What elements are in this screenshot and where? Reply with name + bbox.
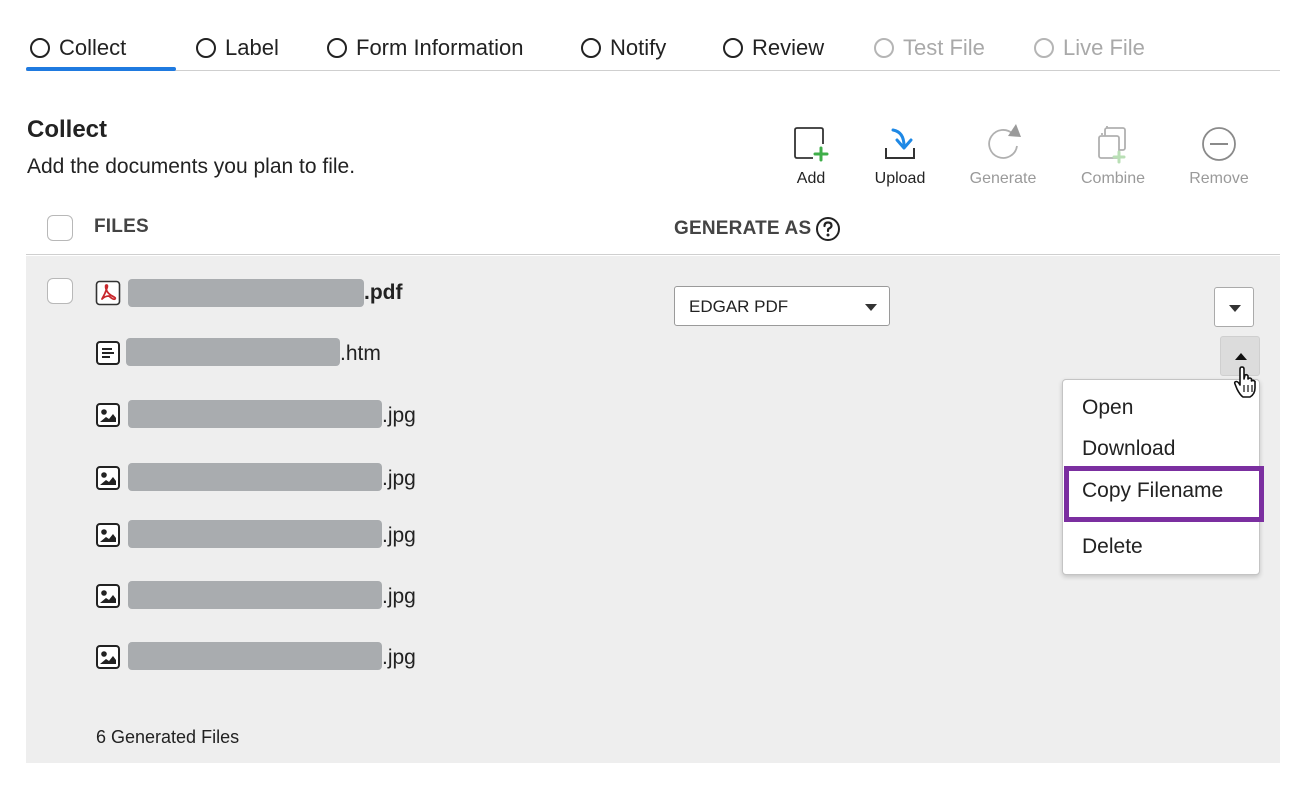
image-file-icon bbox=[96, 645, 120, 669]
file-extension: .pdf bbox=[364, 281, 403, 304]
generate-as-select[interactable]: EDGAR PDF bbox=[674, 286, 890, 326]
add-document-icon bbox=[794, 127, 829, 162]
combine-button[interactable]: Combine bbox=[1068, 124, 1158, 188]
redacted-filename bbox=[128, 400, 382, 428]
row-menu-button[interactable] bbox=[1214, 287, 1254, 327]
row-checkbox[interactable] bbox=[47, 278, 73, 304]
step-label: Notify bbox=[610, 35, 667, 60]
pdf-icon bbox=[95, 280, 121, 306]
table-row[interactable]: .pdf EDGAR PDF bbox=[26, 271, 1280, 327]
redacted-filename bbox=[128, 581, 382, 609]
step-label: Review bbox=[752, 35, 825, 60]
file-extension: .jpg bbox=[382, 404, 416, 427]
hand-cursor-icon bbox=[1233, 366, 1256, 398]
file-extension: .jpg bbox=[382, 524, 416, 547]
file-extension: .jpg bbox=[382, 646, 416, 669]
upload-icon bbox=[885, 128, 915, 159]
step-label: Form Information bbox=[356, 35, 524, 60]
table-header: FILES GENERATE AS bbox=[26, 200, 1280, 255]
wizard-steps: Collect Label Form Information Notify Re… bbox=[26, 22, 1280, 71]
remove-button[interactable]: Remove bbox=[1174, 124, 1264, 188]
step-label: Label bbox=[225, 35, 279, 60]
generate-button[interactable]: Generate bbox=[958, 124, 1048, 188]
page-subtitle: Add the documents you plan to file. bbox=[27, 155, 356, 178]
menu-item-open[interactable]: Open bbox=[1082, 396, 1133, 420]
generate-as-value: EDGAR PDF bbox=[689, 297, 789, 316]
step-review[interactable]: Review bbox=[723, 34, 824, 62]
radio-icon bbox=[874, 38, 894, 58]
combine-icon bbox=[1098, 126, 1126, 164]
table-row[interactable]: .jpg bbox=[26, 574, 1280, 618]
upload-label: Upload bbox=[874, 170, 926, 187]
radio-icon bbox=[327, 38, 347, 58]
step-live-file: Live File bbox=[1034, 34, 1145, 62]
step-collect[interactable]: Collect bbox=[30, 34, 126, 62]
menu-item-download[interactable]: Download bbox=[1082, 437, 1175, 461]
image-file-icon bbox=[96, 584, 120, 608]
minus-circle-icon bbox=[1202, 127, 1236, 161]
step-test-file: Test File bbox=[874, 34, 985, 62]
radio-icon bbox=[581, 38, 601, 58]
file-extension: .jpg bbox=[382, 585, 416, 608]
image-file-icon bbox=[96, 403, 120, 427]
redacted-filename bbox=[126, 338, 340, 366]
files-column-header[interactable]: FILES bbox=[94, 216, 149, 238]
add-label: Add bbox=[796, 170, 826, 187]
redacted-filename bbox=[128, 642, 382, 670]
menu-item-delete[interactable]: Delete bbox=[1082, 535, 1143, 559]
step-notify[interactable]: Notify bbox=[581, 34, 666, 62]
radio-icon bbox=[1034, 38, 1054, 58]
redacted-filename bbox=[128, 463, 382, 491]
step-label: Live File bbox=[1063, 35, 1145, 60]
redacted-filename bbox=[128, 520, 382, 548]
refresh-icon bbox=[988, 124, 1021, 159]
table-row[interactable]: .jpg bbox=[26, 635, 1280, 679]
step-form-information[interactable]: Form Information bbox=[327, 34, 524, 62]
add-button[interactable]: Add bbox=[766, 124, 856, 188]
generated-files-count: 6 Generated Files bbox=[96, 727, 240, 747]
caret-down-icon bbox=[1229, 305, 1241, 312]
combine-label: Combine bbox=[1080, 170, 1146, 187]
caret-up-icon bbox=[1235, 353, 1247, 360]
menu-item-copy-filename[interactable]: Copy Filename bbox=[1082, 479, 1223, 503]
file-extension: .jpg bbox=[382, 467, 416, 490]
step-label: Collect bbox=[59, 35, 127, 60]
radio-icon bbox=[196, 38, 216, 58]
text-file-icon bbox=[96, 341, 120, 365]
image-file-icon bbox=[96, 466, 120, 490]
generate-label: Generate bbox=[969, 170, 1037, 187]
select-all-checkbox[interactable] bbox=[47, 215, 73, 241]
step-label: Test File bbox=[903, 35, 985, 60]
files-header-label: FILES bbox=[94, 216, 149, 237]
files-table-body: .pdf EDGAR PDF .htm .jpg .jpg .jpg .jpg … bbox=[26, 256, 1280, 763]
radio-icon bbox=[723, 38, 743, 58]
table-row[interactable]: .htm bbox=[26, 331, 1280, 376]
row-context-menu: Open Download Copy Filename Delete bbox=[1062, 379, 1260, 575]
upload-button[interactable]: Upload bbox=[855, 124, 945, 188]
generate-as-column-header: GENERATE AS bbox=[674, 216, 841, 242]
remove-label: Remove bbox=[1189, 170, 1249, 187]
redacted-filename bbox=[128, 279, 364, 307]
radio-icon bbox=[30, 38, 50, 58]
image-file-icon bbox=[96, 523, 120, 547]
chevron-down-icon bbox=[865, 304, 877, 311]
active-step-indicator bbox=[26, 67, 176, 71]
page-title: Collect bbox=[27, 116, 108, 143]
generate-as-header-label: GENERATE AS bbox=[674, 218, 812, 239]
step-label[interactable]: Label bbox=[196, 34, 279, 62]
help-icon[interactable] bbox=[815, 216, 841, 242]
file-extension: .htm bbox=[340, 342, 381, 365]
